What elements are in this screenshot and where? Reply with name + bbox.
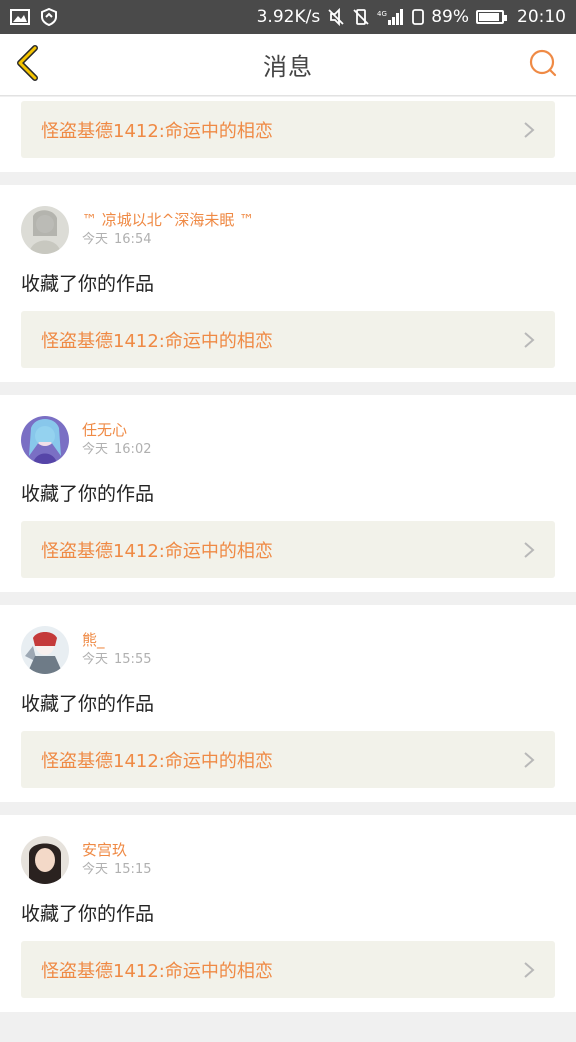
list-item: 熊_ 今天 15:55 收藏了你的作品 怪盗基德1412:命运中的相恋 (0, 605, 576, 802)
app-header: 消息 (0, 34, 576, 96)
action-text: 收藏了你的作品 (21, 273, 155, 295)
divider (0, 592, 576, 605)
username[interactable]: 安宫玖 (82, 840, 151, 860)
vibrate-off-icon (352, 8, 370, 26)
list-item: ™ 凉城以北^深海未眠 ™ 今天 16:54 收藏了你的作品 怪盗基德1412:命… (0, 185, 576, 382)
work-title: 怪盗基德1412:命运中的相恋 (41, 750, 273, 772)
battery-icon (476, 10, 507, 24)
timestamp: 今天 16:02 (82, 440, 151, 460)
status-bar: 3.92K/s 4G 89% 20:10 (0, 0, 576, 34)
timestamp: 今天 15:15 (82, 860, 151, 880)
battery-percent: 89% (431, 7, 469, 27)
time-label: 16:02 (114, 442, 152, 457)
network-type: 4G (377, 10, 387, 18)
divider (0, 172, 576, 185)
work-title: 怪盗基德1412:命运中的相恋 (41, 960, 273, 982)
day-label: 今天 (82, 442, 109, 457)
timestamp: 今天 16:54 (82, 230, 254, 250)
timestamp: 今天 15:55 (82, 650, 151, 670)
message-list: 怪盗基德1412:命运中的相恋 ™ 凉城以北^深海未眠 ™ 今天16:54 收 (0, 97, 576, 1042)
avatar[interactable] (21, 626, 69, 674)
work-title: 怪盗基德1412:命运中的相恋 (41, 540, 273, 562)
clock: 20:10 (517, 7, 566, 27)
work-title: 怪盗基德1412:命运中的相恋 (41, 330, 273, 352)
mute-icon (327, 8, 345, 26)
day-label: 今天 (82, 862, 109, 877)
divider (0, 802, 576, 815)
work-link[interactable]: 怪盗基德1412:命运中的相恋 (21, 941, 555, 998)
time-label: 15:15 (114, 862, 152, 877)
list-item: 安宫玖 今天 15:15 收藏了你的作品 怪盗基德1412:命运中的相恋 (0, 815, 576, 1012)
search-icon (529, 49, 557, 81)
username[interactable]: ™ 凉城以北^深海未眠 ™ (82, 210, 254, 230)
work-link[interactable]: 怪盗基德1412:命运中的相恋 (21, 101, 555, 158)
time-label: 16:54 (114, 232, 152, 247)
gallery-icon (10, 9, 30, 25)
network-speed: 3.92K/s (256, 7, 321, 27)
day-label: 今天 (82, 232, 109, 247)
page-title: 消息 (263, 53, 313, 81)
chevron-right-icon (523, 961, 535, 979)
divider (0, 1012, 576, 1042)
search-button[interactable] (528, 49, 558, 81)
time-label: 15:55 (114, 652, 152, 667)
chevron-right-icon (523, 331, 535, 349)
sim-icon (412, 9, 425, 25)
chevron-right-icon (523, 541, 535, 559)
list-item: 任无心 今天 16:02 收藏了你的作品 怪盗基德1412:命运中的相恋 (0, 395, 576, 592)
work-link[interactable]: 怪盗基德1412:命运中的相恋 (21, 731, 555, 788)
signal-icon: 4G (377, 8, 405, 26)
shield-icon (40, 8, 58, 26)
username[interactable]: 任无心 (82, 420, 151, 440)
avatar[interactable] (21, 416, 69, 464)
work-link[interactable]: 怪盗基德1412:命运中的相恋 (21, 311, 555, 368)
action-text: 收藏了你的作品 (21, 903, 155, 925)
chevron-right-icon (523, 121, 535, 139)
action-text: 收藏了你的作品 (21, 483, 155, 505)
chevron-right-icon (523, 751, 535, 769)
work-link[interactable]: 怪盗基德1412:命运中的相恋 (21, 521, 555, 578)
divider (0, 382, 576, 395)
list-item: 怪盗基德1412:命运中的相恋 (0, 97, 576, 172)
chevron-left-icon (15, 45, 41, 85)
avatar[interactable] (21, 836, 69, 884)
back-button[interactable] (12, 45, 44, 85)
work-title: 怪盗基德1412:命运中的相恋 (41, 120, 273, 142)
day-label: 今天 (82, 652, 109, 667)
avatar[interactable] (21, 206, 69, 254)
action-text: 收藏了你的作品 (21, 693, 155, 715)
username[interactable]: 熊_ (82, 630, 151, 650)
